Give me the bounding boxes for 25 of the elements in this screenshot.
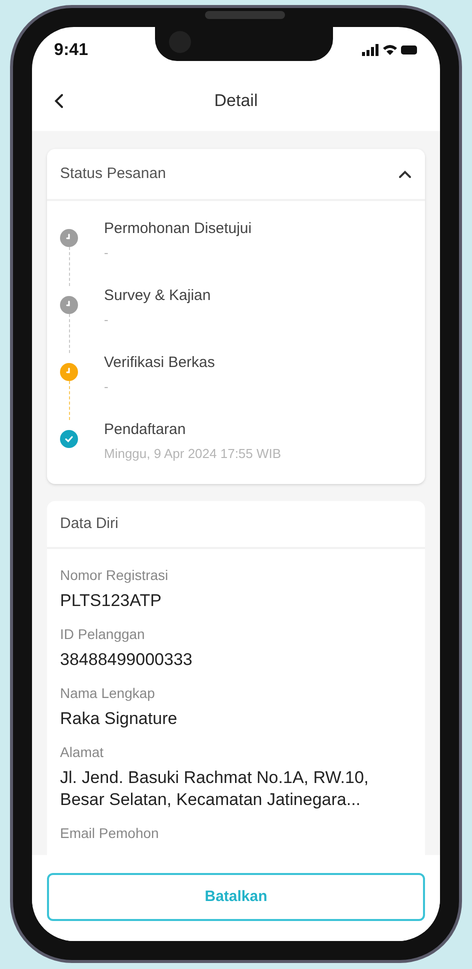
card-title: Status Pesanan [60,164,166,184]
field-label: Alamat [60,743,105,762]
card-title: Data Diri [60,514,118,534]
status-time: 9:41 [54,39,88,62]
field-label: Nama Lengkap [60,684,156,703]
field-label: ID Pelanggan [60,625,146,644]
step-date: Minggu, 9 Apr 2024 17:55 WIB [104,445,282,463]
cancel-button[interactable]: Batalkan [47,873,425,921]
chevron-up-icon[interactable] [398,170,412,178]
step-title: Survey & Kajian [104,286,211,306]
status-icons [362,44,418,56]
field-label: Nomor Registrasi [60,566,170,585]
page-title: Detail [214,90,258,112]
step-date: - [104,244,110,262]
back-icon[interactable] [54,93,64,109]
step-title: Pendaftaran [104,420,187,440]
field-value: 38488499000333 [60,649,194,671]
field-label: Email Pemohon [60,824,160,843]
step-date: - [104,378,110,396]
field-value: Jl. Jend. Basuki Rachmat No.1A, RW.10, Besar Selatan, Kecamatan Jatinegara... [60,767,370,811]
field-value: Raka Signature [60,708,178,730]
step-title: Verifikasi Berkas [104,353,215,373]
step-title: Permohonan Disetujui [104,219,252,239]
field-value: PLTS123ATP [60,590,162,612]
step-date: - [104,311,110,329]
